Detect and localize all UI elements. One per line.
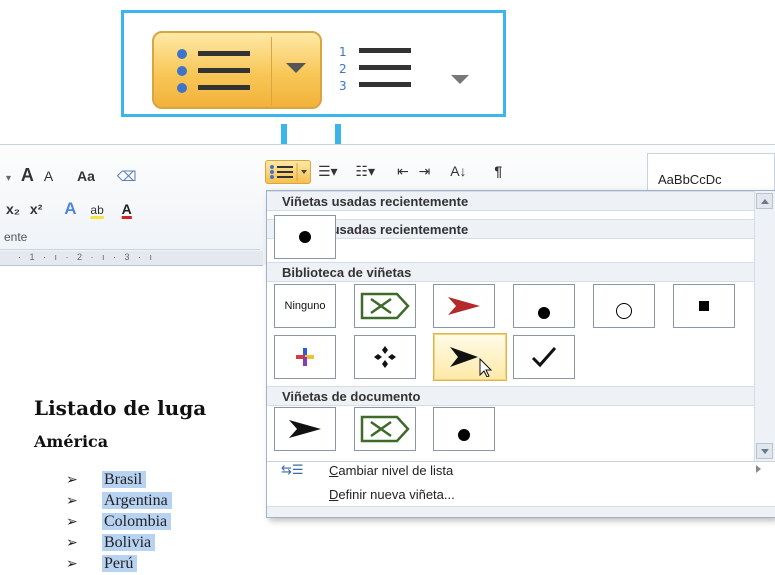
bullet-option-dot[interactable] (274, 215, 336, 259)
style-preview: AaBbCcDc (658, 172, 722, 187)
define-new-bullet-menu-item[interactable]: Definir nueva viñeta... (267, 483, 775, 507)
list-level-icon: ⇆☰ (281, 462, 304, 477)
split-separator (271, 37, 272, 105)
svg-text:2: 2 (339, 62, 347, 76)
bullet-list-icon (177, 49, 250, 93)
ruler-marks: · 1 · ı · 2 · ı · 3 · ı (18, 252, 156, 262)
arrowhead-icon (289, 420, 321, 438)
font-toolbar-row-1: ▾ A A Aa ⌫ (6, 165, 143, 186)
group-caption: ente (4, 230, 28, 244)
numbering-button[interactable]: ☰▾ (318, 163, 338, 180)
four-diamond-icon (374, 346, 396, 368)
clear-format-icon[interactable]: ⌫ (117, 168, 137, 185)
bullet-option-red-arrow[interactable] (433, 284, 495, 328)
bullet-option-dot[interactable] (513, 284, 575, 328)
font-toolbar-row-2: x₂ x² A ab A (6, 199, 138, 219)
numbered-list-icon[interactable]: 1 2 3 (337, 44, 417, 94)
filled-square-icon (699, 301, 709, 311)
superscript-button[interactable]: x² (30, 201, 42, 217)
menu-label: Cambiar nivel de lista (329, 463, 453, 478)
section-document-header: Viñetas de documento (267, 386, 755, 406)
arrow-bullet-icon: ➢ (66, 494, 78, 509)
filled-circle-icon (299, 231, 311, 243)
chevron-down-icon[interactable] (286, 63, 306, 73)
red-arrowhead-icon (448, 297, 480, 315)
multilevel-list-button[interactable]: ☷▾ (355, 163, 375, 180)
ruler[interactable]: · 1 · ı · 2 · ı · 3 · ı (0, 251, 263, 266)
bullets-button[interactable] (265, 160, 311, 184)
shrink-font-button[interactable]: A (44, 168, 53, 184)
svg-text:1: 1 (339, 45, 347, 59)
dropdown-scrollbar[interactable] (754, 191, 775, 461)
section-library-header: Biblioteca de viñetas (267, 262, 755, 282)
change-list-level-menu-item[interactable]: ⇆☰ Cambiar nivel de lista (267, 459, 775, 483)
bullet-option-arrowhead-selected[interactable] (433, 333, 507, 381)
font-size-dropdown-arrow[interactable]: ▾ (6, 173, 11, 184)
arrow-bullet-icon: ➢ (66, 473, 78, 488)
filled-circle-icon (458, 429, 470, 441)
scroll-down-button[interactable] (756, 443, 773, 459)
menu-label-text: ambiar nivel de lista (338, 463, 454, 478)
access-key: C (329, 463, 339, 478)
list-item[interactable]: ➢ Argentina (66, 490, 172, 511)
section-recent-header: Viñetas usadas recientemente (267, 191, 755, 211)
bullet-library-dropdown: Viñetas usadas recientemente Viñetas usa… (266, 190, 775, 518)
grow-font-button[interactable]: A (21, 165, 34, 186)
menu-label-text: efinir nueva viñeta... (338, 487, 455, 502)
zoom-callout: 1 2 3 (121, 10, 506, 117)
chevron-down-icon[interactable] (451, 75, 469, 84)
bullet-list-icon (270, 163, 307, 181)
bullet-option-none[interactable]: Ninguno (274, 284, 336, 328)
font-color-button[interactable]: A (122, 201, 132, 217)
arrow-bullet-icon: ➢ (66, 557, 78, 572)
change-case-button[interactable]: Aa (77, 168, 95, 184)
filled-circle-icon (538, 307, 550, 319)
scroll-up-button[interactable] (756, 193, 773, 209)
bullet-option-circle[interactable] (593, 284, 655, 328)
bullet-option-star[interactable] (274, 335, 336, 379)
document-bullet-list: ➢ Brasil ➢ Argentina ➢ Colombia ➢ Bolivia ➢ P… (66, 469, 172, 574)
check-arrow-box-icon (360, 415, 410, 443)
bullet-option-checkmark[interactable] (513, 335, 575, 379)
list-item[interactable]: ➢ Brasil (66, 469, 172, 490)
list-item[interactable]: ➢ Colombia (66, 511, 172, 532)
access-key: D (329, 487, 339, 502)
checkmark-icon (531, 347, 557, 368)
bullet-option-arrowhead[interactable] (274, 407, 336, 451)
divider (0, 249, 260, 250)
sort-button[interactable]: A↓ (450, 163, 466, 179)
arrow-bullet-icon: ➢ (66, 515, 78, 530)
bullet-option-checkbox-arrow[interactable] (354, 407, 416, 451)
colored-plus-icon (296, 348, 314, 366)
arrowhead-icon (450, 347, 493, 377)
check-arrow-box-icon (360, 292, 410, 320)
bullet-option-diamond-dots[interactable] (354, 335, 416, 379)
bullet-option-dot[interactable] (433, 407, 495, 451)
hollow-circle-icon (616, 303, 632, 319)
bullet-option-checkbox-arrow[interactable] (354, 284, 416, 328)
bullet-option-square[interactable] (673, 284, 735, 328)
list-item[interactable]: ➢ Bolivia (66, 532, 172, 553)
bullets-split-button-zoomed[interactable] (152, 31, 322, 109)
section-recent-header: Viñetas usadas recientemente (267, 219, 755, 239)
show-marks-button[interactable]: ¶ (494, 163, 502, 179)
highlight-button[interactable]: ab (90, 203, 103, 217)
paragraph-toolbar-row: ☰▾ ☷▾ ⇤ ⇥ A↓ ¶ (318, 163, 508, 180)
none-label: Ninguno (284, 300, 326, 312)
menu-label: Definir nueva viñeta... (329, 487, 455, 502)
decrease-indent-icon[interactable]: ⇤ (397, 163, 409, 180)
document-heading: Listado de luga (34, 396, 207, 420)
subscript-button[interactable]: x₂ (6, 201, 20, 217)
svg-text:3: 3 (339, 79, 347, 93)
resize-grip[interactable] (267, 506, 775, 517)
submenu-arrow-icon (756, 465, 761, 473)
increase-indent-icon[interactable]: ⇥ (419, 163, 431, 180)
text-effects-button[interactable]: A (64, 199, 76, 219)
document-subheading: América (34, 432, 109, 451)
arrow-bullet-icon: ➢ (66, 536, 78, 551)
